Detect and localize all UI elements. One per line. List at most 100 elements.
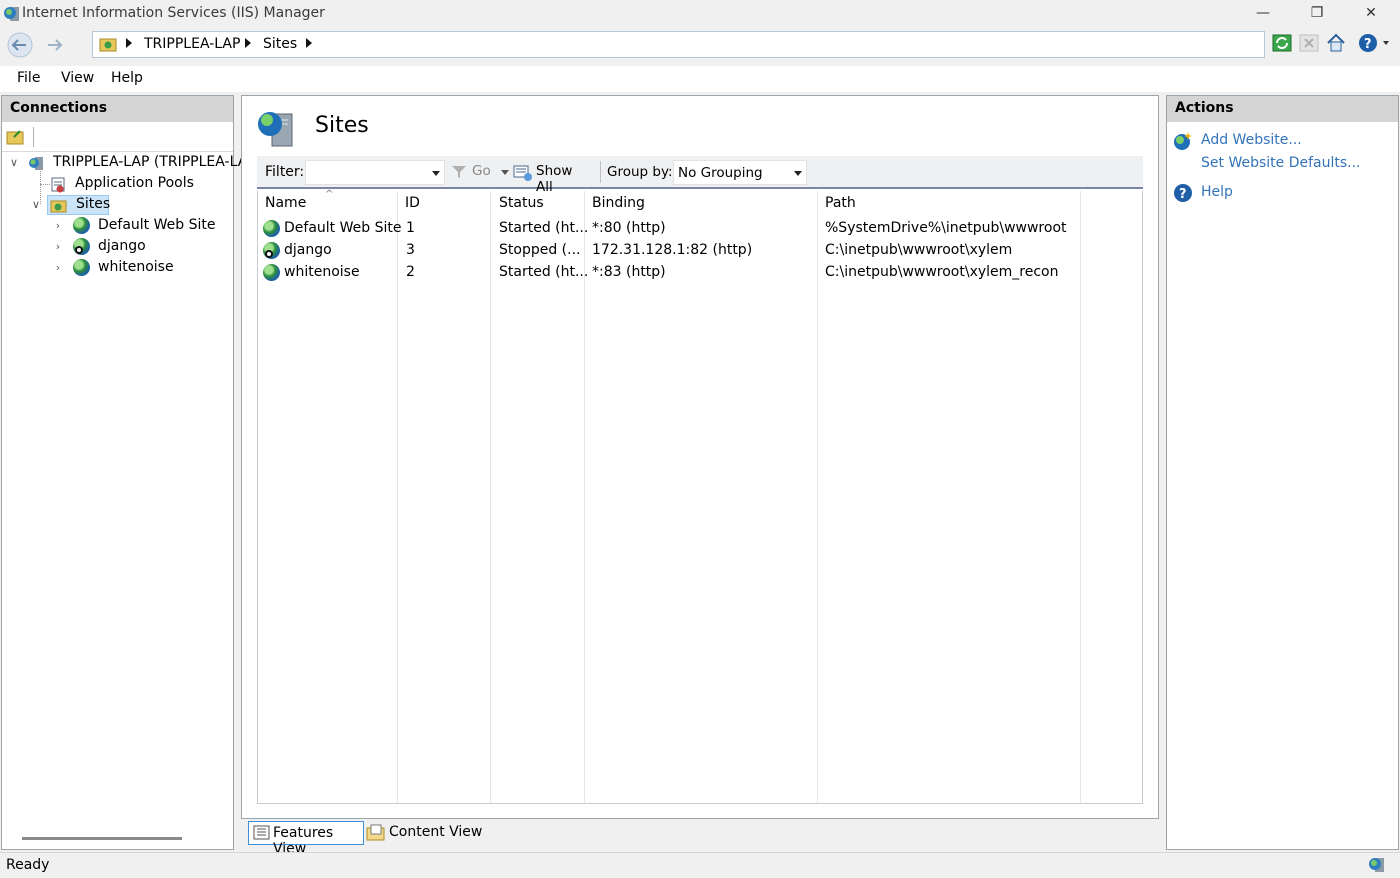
globe-icon bbox=[73, 259, 90, 276]
application-pools-icon bbox=[50, 176, 67, 193]
add-website-icon bbox=[1173, 131, 1193, 151]
table-row[interactable]: Default Web Site 1 Started (ht... *:80 (… bbox=[258, 218, 1142, 240]
horizontal-scrollbar-thumb[interactable] bbox=[22, 837, 182, 840]
sites-folder-icon bbox=[50, 197, 67, 214]
cell-path: C:\inetpub\wwwroot\xylem_recon bbox=[825, 264, 1059, 280]
set-website-defaults-link[interactable]: Set Website Defaults... bbox=[1201, 155, 1361, 171]
stopped-site-icon bbox=[263, 242, 280, 259]
status-text: Ready bbox=[6, 857, 50, 873]
expand-icon[interactable]: › bbox=[52, 241, 64, 253]
breadcrumb-separator-icon bbox=[245, 38, 251, 48]
server-icon bbox=[28, 155, 45, 172]
cell-status: Started (ht... bbox=[499, 264, 589, 280]
globe-icon bbox=[263, 220, 280, 237]
cell-name: django bbox=[284, 242, 332, 258]
go-button[interactable]: Go bbox=[451, 163, 501, 183]
tree-guide-line bbox=[40, 184, 50, 185]
tree-item-label: TRIPPLEA-LAP (TRIPPLEA-LAP bbox=[53, 154, 256, 170]
close-button[interactable]: ✕ bbox=[1348, 0, 1394, 28]
go-dropdown-arrow-icon[interactable] bbox=[501, 170, 509, 175]
column-header-status[interactable]: Status bbox=[499, 195, 544, 211]
menu-bar: File View Help bbox=[0, 66, 1400, 92]
expand-icon[interactable]: › bbox=[52, 220, 64, 232]
dropdown-arrow-icon bbox=[432, 171, 440, 176]
address-toolbar: TRIPPLEA-LAP Sites ? bbox=[0, 28, 1400, 62]
address-bar[interactable]: TRIPPLEA-LAP Sites bbox=[92, 31, 1265, 58]
filter-input[interactable] bbox=[305, 160, 445, 185]
stop-icon[interactable] bbox=[1298, 32, 1320, 54]
stopped-site-icon bbox=[73, 238, 90, 255]
column-header-name[interactable]: Name bbox=[265, 195, 306, 211]
window-title: Internet Information Services (IIS) Mana… bbox=[22, 5, 325, 21]
add-website-link[interactable]: Add Website... bbox=[1201, 132, 1302, 148]
tree-item-label: whitenoise bbox=[98, 259, 174, 275]
connect-icon[interactable] bbox=[6, 128, 26, 146]
column-header-path[interactable]: Path bbox=[825, 195, 856, 211]
filter-toolbar: Filter: Go Show All Group by: No Groupin… bbox=[257, 156, 1143, 195]
connections-panel: Connections ∨ TRIPPLEA-LAP (TRIPPLEA-LAP… bbox=[1, 95, 256, 850]
expand-icon[interactable]: › bbox=[52, 262, 64, 274]
cell-status: Stopped (... bbox=[499, 242, 581, 258]
restore-button[interactable]: ❐ bbox=[1294, 0, 1340, 28]
tree-item-label: Application Pools bbox=[75, 175, 194, 191]
help-link[interactable]: Help bbox=[1201, 184, 1233, 200]
menu-help[interactable]: Help bbox=[111, 70, 143, 86]
page-title: Sites bbox=[315, 113, 369, 138]
sites-table: ^ Name ID Status Binding Path Default We… bbox=[257, 189, 1143, 804]
cell-id: 1 bbox=[406, 220, 415, 236]
toolbar-divider bbox=[2, 151, 233, 152]
dropdown-arrow-icon bbox=[794, 171, 802, 176]
column-header-binding[interactable]: Binding bbox=[592, 195, 645, 211]
server-status-icon bbox=[1368, 856, 1386, 874]
funnel-icon bbox=[451, 165, 467, 179]
cell-status: Started (ht... bbox=[499, 220, 589, 236]
globe-icon bbox=[73, 217, 90, 234]
sort-ascending-icon: ^ bbox=[325, 189, 334, 200]
menu-view[interactable]: View bbox=[61, 70, 94, 86]
actions-panel: Actions Add Website... Set Website Defau… bbox=[1166, 95, 1399, 850]
breadcrumb-server[interactable]: TRIPPLEA-LAP bbox=[144, 36, 240, 52]
group-by-select[interactable]: No Grouping bbox=[673, 160, 807, 185]
table-row[interactable]: django 3 Stopped (... 172.31.128.1:82 (h… bbox=[258, 240, 1142, 262]
toolbar-divider bbox=[33, 127, 34, 147]
group-by-value: No Grouping bbox=[678, 165, 763, 181]
back-button[interactable] bbox=[2, 32, 38, 58]
tab-features-view[interactable]: Features View bbox=[248, 821, 364, 857]
forward-button[interactable] bbox=[38, 32, 74, 58]
collapse-icon[interactable]: ∨ bbox=[8, 157, 20, 169]
globe-icon bbox=[263, 264, 280, 281]
tree-item-label: django bbox=[98, 238, 146, 254]
svg-text:?: ? bbox=[1364, 37, 1372, 52]
cell-id: 2 bbox=[406, 264, 415, 280]
home-icon[interactable] bbox=[1325, 32, 1347, 54]
column-header-id[interactable]: ID bbox=[405, 195, 420, 211]
content-view-icon bbox=[366, 824, 386, 842]
iis-app-icon bbox=[3, 5, 21, 23]
breadcrumb-separator-icon bbox=[126, 38, 132, 48]
show-all-icon bbox=[513, 164, 533, 182]
minimize-button[interactable]: — bbox=[1240, 0, 1286, 28]
sites-header-icon bbox=[256, 108, 298, 148]
cell-binding: *:80 (http) bbox=[592, 220, 666, 236]
view-tabs: Features View Content View bbox=[241, 820, 1159, 857]
cell-name: Default Web Site bbox=[284, 220, 402, 236]
group-by-label: Group by: bbox=[607, 164, 673, 180]
breadcrumb-sites[interactable]: Sites bbox=[263, 36, 297, 52]
cell-binding: *:83 (http) bbox=[592, 264, 666, 280]
tree-item-label: Default Web Site bbox=[98, 217, 216, 233]
help-icon: ? bbox=[1173, 183, 1193, 203]
breadcrumb-separator-icon bbox=[306, 38, 312, 48]
tree-guide-line bbox=[40, 166, 41, 204]
refresh-icon[interactable] bbox=[1271, 32, 1293, 54]
tab-content-view[interactable]: Content View bbox=[366, 821, 486, 845]
back-arrow-icon bbox=[7, 32, 33, 58]
help-dropdown-icon[interactable]: ? bbox=[1357, 32, 1393, 54]
connections-header: Connections bbox=[2, 96, 233, 122]
go-label: Go bbox=[472, 163, 491, 179]
toolbar-divider bbox=[600, 161, 601, 183]
show-all-button[interactable]: Show All bbox=[513, 162, 593, 195]
filter-label: Filter: bbox=[265, 164, 305, 180]
cell-name: whitenoise bbox=[284, 264, 360, 280]
menu-file[interactable]: File bbox=[17, 70, 40, 86]
table-row[interactable]: whitenoise 2 Started (ht... *:83 (http) … bbox=[258, 262, 1142, 284]
